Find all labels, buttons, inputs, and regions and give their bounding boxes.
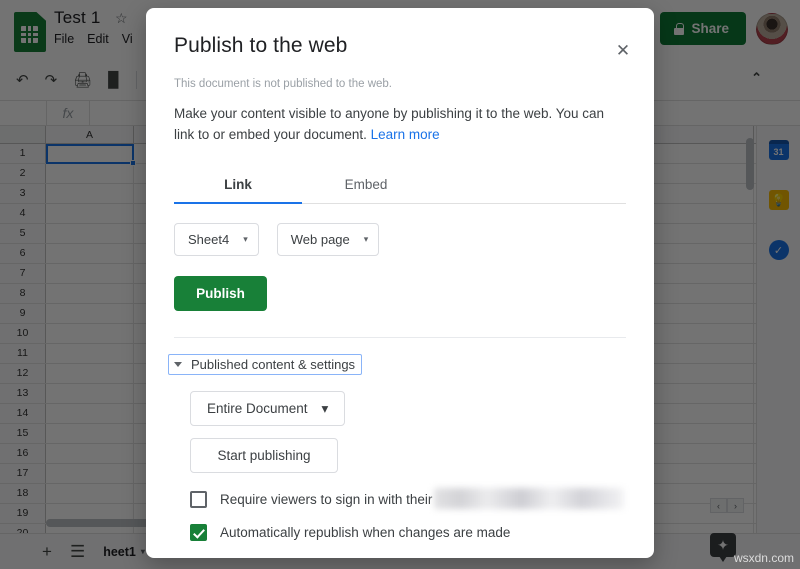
- close-icon[interactable]: ✕: [610, 38, 636, 64]
- sheet-select[interactable]: Sheet4 ▾: [174, 223, 259, 256]
- require-signin-row[interactable]: Require viewers to sign in with their: [190, 491, 654, 508]
- dialog-tabs: Link Embed: [174, 167, 626, 204]
- chevron-down-icon: ▾: [243, 234, 248, 245]
- publish-button[interactable]: Publish: [174, 276, 267, 311]
- publish-scope-controls: Sheet4 ▾ Web page ▾: [174, 223, 626, 256]
- format-select-value: Web page: [291, 232, 350, 247]
- published-content-settings-label: Published content & settings: [191, 357, 355, 372]
- publish-status-text: This document is not published to the we…: [174, 78, 626, 90]
- learn-more-link[interactable]: Learn more: [371, 127, 440, 142]
- format-select[interactable]: Web page ▾: [277, 223, 380, 256]
- chevron-down-icon: ▾: [322, 401, 329, 417]
- section-divider: [174, 337, 626, 338]
- chevron-down-icon: ▾: [364, 234, 369, 245]
- watermark: wsxdn.com: [734, 551, 794, 565]
- start-publishing-button[interactable]: Start publishing: [190, 438, 338, 473]
- require-signin-label: Require viewers to sign in with their: [220, 492, 432, 507]
- start-publishing-label: Start publishing: [217, 448, 310, 463]
- auto-republish-label: Automatically republish when changes are…: [220, 525, 510, 540]
- tab-link[interactable]: Link: [174, 167, 302, 203]
- published-settings-body: Entire Document ▾ Start publishing Requi…: [190, 391, 654, 541]
- triangle-down-icon: [174, 362, 182, 367]
- scope-select-value: Entire Document: [207, 401, 308, 416]
- scope-select[interactable]: Entire Document ▾: [190, 391, 345, 426]
- sheet-select-value: Sheet4: [188, 232, 229, 247]
- auto-republish-checkbox[interactable]: [190, 524, 207, 541]
- published-content-settings-toggle[interactable]: Published content & settings: [168, 354, 362, 375]
- dialog-header: Publish to the web ✕: [146, 8, 654, 58]
- publish-to-web-dialog: Publish to the web ✕ This document is no…: [146, 8, 654, 558]
- blurred-domain-text: [434, 488, 624, 509]
- auto-republish-row[interactable]: Automatically republish when changes are…: [190, 524, 654, 541]
- require-signin-checkbox[interactable]: [190, 491, 207, 508]
- scope-select-wrap: Entire Document ▾: [190, 391, 654, 426]
- dialog-title: Publish to the web: [174, 34, 626, 58]
- dialog-description: Make your content visible to anyone by p…: [174, 103, 626, 145]
- tab-embed[interactable]: Embed: [302, 167, 430, 203]
